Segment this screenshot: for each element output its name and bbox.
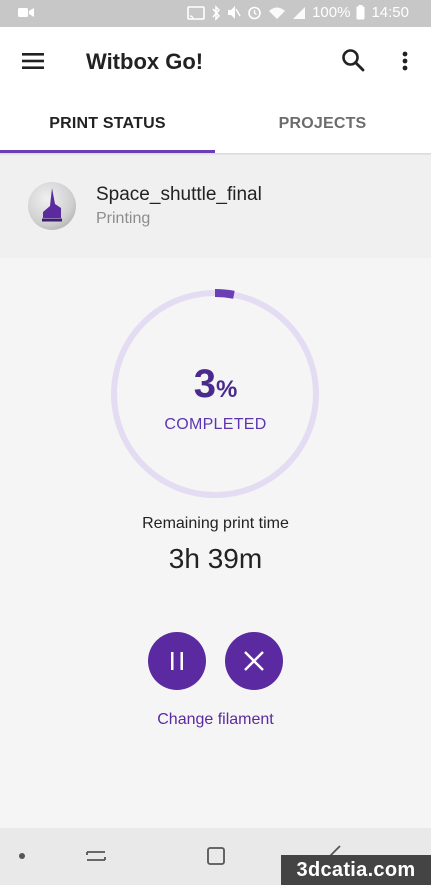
model-thumbnail-image <box>42 188 62 222</box>
progress-number: 3 <box>193 362 216 406</box>
app-bar: Witbox Go! <box>0 27 431 95</box>
progress-percentage: 3% <box>0 362 431 407</box>
signal-icon <box>293 6 306 19</box>
pause-icon <box>171 652 183 670</box>
remaining-time-value: 3h 39m <box>168 543 263 574</box>
pause-button[interactable] <box>148 632 206 690</box>
nav-indicator-dot <box>19 853 25 859</box>
watermark: 3dcatia.com <box>281 855 431 885</box>
status-icons: 100% 14:50 <box>187 4 409 21</box>
print-status-panel: 3% COMPLETED Remaining print time 3h 39m… <box>0 258 431 828</box>
bluetooth-icon <box>212 4 221 21</box>
print-job-card[interactable]: Space_shuttle_final Printing <box>0 156 431 258</box>
change-filament-link[interactable]: Change filament <box>0 711 431 729</box>
app-title: Witbox Go! <box>86 49 204 74</box>
cast-icon <box>187 5 205 20</box>
cancel-print-button[interactable] <box>225 632 283 690</box>
alarm-icon <box>248 6 261 20</box>
wifi-icon <box>269 7 286 19</box>
menu-icon[interactable] <box>16 47 50 75</box>
battery-percent: 100% <box>312 4 351 21</box>
tab-bar: PRINT STATUS PROJECTS <box>0 95 431 153</box>
clock: 14:50 <box>371 4 409 21</box>
status-bar: 100% 14:50 <box>0 0 431 27</box>
tab-print-status[interactable]: PRINT STATUS <box>0 95 215 153</box>
search-icon[interactable] <box>338 45 368 75</box>
job-name: Space_shuttle_final <box>96 184 262 205</box>
model-thumbnail <box>28 182 76 230</box>
battery-icon <box>356 5 365 20</box>
mute-icon <box>228 6 241 19</box>
video-camera-icon <box>18 8 34 17</box>
close-icon <box>244 651 264 671</box>
progress-unit: % <box>215 376 238 403</box>
recents-icon[interactable] <box>84 845 108 867</box>
progress-label: COMPLETED <box>164 416 267 433</box>
job-state: Printing <box>96 210 151 227</box>
tab-projects[interactable]: PROJECTS <box>215 95 430 153</box>
more-vert-icon[interactable] <box>393 46 417 76</box>
remaining-time-label: Remaining print time <box>142 515 289 532</box>
home-icon[interactable] <box>205 845 227 867</box>
